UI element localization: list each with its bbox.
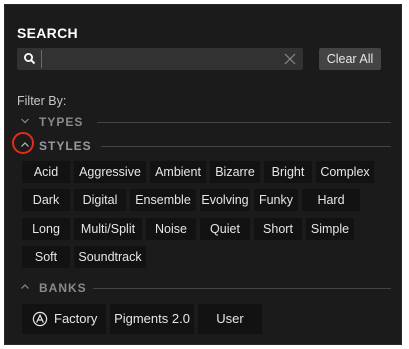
search-title: SEARCH (17, 25, 78, 41)
search-input[interactable] (41, 50, 280, 68)
filter-by-label: Filter By: (17, 94, 67, 108)
bank-user[interactable]: User (198, 304, 262, 334)
close-icon[interactable] (283, 52, 297, 66)
style-tag-ambient[interactable]: Ambient (150, 161, 206, 183)
section-label-styles: STYLES (39, 139, 92, 153)
clear-all-button[interactable]: Clear All (319, 48, 381, 70)
style-tag-digital[interactable]: Digital (74, 189, 126, 211)
divider (97, 122, 391, 123)
section-header-styles[interactable]: STYLES (17, 138, 391, 154)
style-tag-bright[interactable]: Bright (264, 161, 312, 183)
bank-pigments-2[interactable]: Pigments 2.0 (110, 304, 194, 334)
style-tag-acid[interactable]: Acid (22, 161, 70, 183)
style-tag-funky[interactable]: Funky (254, 189, 298, 211)
section-label-banks: BANKS (39, 281, 87, 295)
style-tag-noise[interactable]: Noise (146, 218, 196, 240)
highlight-ring (12, 132, 34, 154)
style-tag-soft[interactable]: Soft (22, 246, 70, 268)
divider (93, 288, 391, 289)
style-tag-hard[interactable]: Hard (302, 189, 360, 211)
style-tag-complex[interactable]: Complex (316, 161, 374, 183)
style-tag-simple[interactable]: Simple (306, 218, 354, 240)
chevron-up-icon (21, 284, 29, 289)
bank-factory[interactable]: Factory (22, 304, 106, 334)
section-header-banks[interactable]: BANKS (17, 280, 391, 296)
arturia-logo-icon (32, 311, 48, 327)
chevron-down-icon (21, 118, 29, 124)
style-tag-quiet[interactable]: Quiet (200, 218, 250, 240)
style-tag-long[interactable]: Long (22, 218, 70, 240)
divider (101, 146, 391, 147)
style-tag-soundtrack[interactable]: Soundtrack (74, 246, 146, 268)
style-tag-short[interactable]: Short (254, 218, 302, 240)
style-tag-aggressive[interactable]: Aggressive (74, 161, 146, 183)
search-icon (24, 53, 36, 65)
style-tag-evolving[interactable]: Evolving (200, 189, 250, 211)
section-header-types[interactable]: TYPES (17, 114, 391, 130)
style-tag-dark[interactable]: Dark (22, 189, 70, 211)
style-tag-bizarre[interactable]: Bizarre (210, 161, 260, 183)
search-box[interactable] (17, 48, 303, 70)
style-tag-ensemble[interactable]: Ensemble (130, 189, 196, 211)
section-label-types: TYPES (39, 115, 84, 129)
bank-label-factory: Factory (54, 311, 98, 326)
style-tag-multi-split[interactable]: Multi/Split (74, 218, 142, 240)
